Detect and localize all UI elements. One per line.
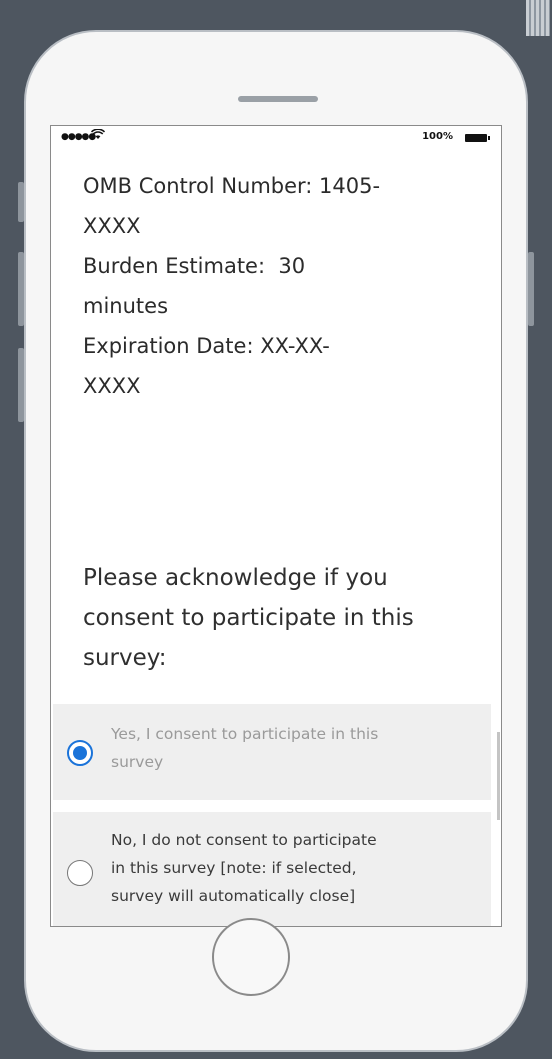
info-line: OMB Control Number: 1405-	[83, 174, 381, 198]
option-line: No, I do not consent to participate	[111, 831, 377, 849]
option-line: survey	[111, 753, 164, 771]
radio-unselected-icon[interactable]	[67, 860, 93, 886]
question-line: Please acknowledge if you	[83, 565, 388, 591]
consent-question: Please acknowledge if you consent to par…	[83, 558, 478, 678]
mute-switch	[18, 182, 24, 222]
option-line: Yes, I consent to participate in this	[111, 725, 379, 743]
consent-no-option[interactable]: No, I do not consent to participate in t…	[53, 812, 491, 926]
info-line: XXXX	[83, 214, 141, 238]
wifi-icon	[90, 128, 106, 143]
speaker-grille	[238, 96, 318, 102]
question-line: survey:	[83, 645, 167, 671]
option-line: survey will automatically close]	[111, 887, 356, 905]
radio-selected-icon[interactable]	[67, 740, 93, 766]
option-line: in this survey [note: if selected,	[111, 859, 357, 877]
survey-info: OMB Control Number: 1405- XXXX Burden Es…	[83, 166, 473, 406]
battery-icon	[465, 134, 490, 142]
info-line: Expiration Date: XX-XX-	[83, 334, 330, 358]
power-button	[528, 252, 534, 326]
scrollbar[interactable]	[497, 732, 500, 820]
battery-percent: 100%	[422, 131, 453, 142]
volume-down-button	[18, 348, 24, 422]
status-bar: ●●●●● 100%	[51, 126, 501, 148]
qr-code-icon	[526, 0, 550, 36]
question-line: consent to participate in this	[83, 605, 414, 631]
consent-yes-option[interactable]: Yes, I consent to participate in this su…	[53, 704, 491, 800]
info-line: Burden Estimate: 30	[83, 254, 306, 278]
info-line: XXXX	[83, 374, 141, 398]
phone-screen: ●●●●● 100% OMB Control Number: 1405- XXX…	[50, 125, 502, 927]
consent-yes-label: Yes, I consent to participate in this su…	[111, 720, 471, 776]
volume-up-button	[18, 252, 24, 326]
consent-no-label: No, I do not consent to participate in t…	[111, 826, 471, 910]
home-button[interactable]	[212, 918, 290, 996]
info-line: minutes	[83, 294, 169, 318]
